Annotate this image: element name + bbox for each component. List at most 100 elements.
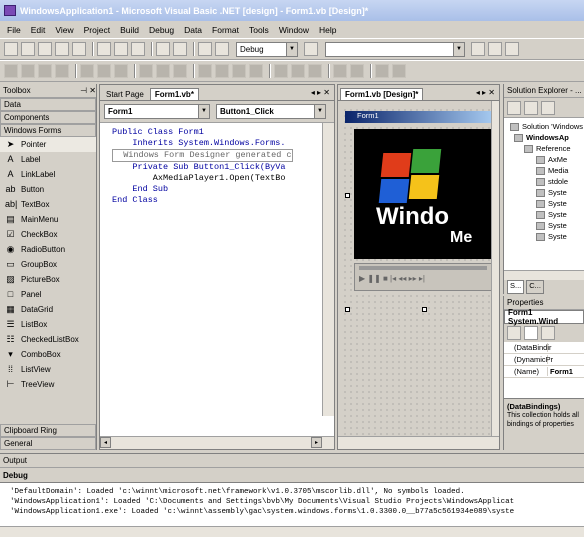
menu-view[interactable]: View (50, 25, 78, 35)
close-icon[interactable]: ◂ ▸ ✕ (476, 88, 495, 97)
toolbox-item-radiobutton[interactable]: ◉ RadioButton (0, 242, 96, 257)
toolbox-item-combobox[interactable]: ▾ ComboBox (0, 347, 96, 362)
view-code-icon[interactable] (507, 100, 521, 115)
bring-front-icon[interactable] (375, 64, 389, 78)
object-browser-icon[interactable] (505, 42, 519, 56)
toolbox-item-button[interactable]: ab Button (0, 182, 96, 197)
property-row[interactable]: (DynamicPr (504, 354, 584, 366)
align-right-icon[interactable] (38, 64, 52, 78)
undo-icon[interactable] (156, 42, 170, 56)
toolbox-tab-components[interactable]: Components (0, 111, 96, 124)
solution-tree-item[interactable]: Media (510, 165, 584, 176)
solution-tree-item[interactable]: Syste (510, 231, 584, 242)
toolbox-item-listbox[interactable]: ☰ ListBox (0, 317, 96, 332)
navigate-icon[interactable] (198, 42, 212, 56)
toolbox-tab-data[interactable]: Data (0, 98, 96, 111)
save-all-icon[interactable] (72, 42, 86, 56)
align-middle-icon[interactable] (80, 64, 94, 78)
editor-vertical-scrollbar[interactable] (322, 123, 334, 416)
toolbox-item-linklabel[interactable]: A LinkLabel (0, 167, 96, 182)
align-grid-icon[interactable] (114, 64, 128, 78)
toolbox-item-datagrid[interactable]: ▦ DataGrid (0, 302, 96, 317)
hspacing-remove-icon[interactable] (249, 64, 263, 78)
pin-icon[interactable]: ⊣ ✕ (80, 86, 96, 95)
solution-tree-item[interactable]: Syste (510, 187, 584, 198)
media-player-control[interactable]: Windo Me (354, 129, 492, 259)
solution-tree-item[interactable]: AxMe (510, 154, 584, 165)
toolbox-item-panel[interactable]: □ Panel (0, 287, 96, 302)
solution-tree-item[interactable]: Syste (510, 220, 584, 231)
add-item-icon[interactable] (21, 42, 35, 56)
toolbox-tab-clipboard-ring[interactable]: Clipboard Ring (0, 424, 96, 437)
alphabetical-icon[interactable] (524, 326, 538, 340)
designer-surface[interactable]: Form1 Windo Me ▶ ❚❚ ■ |◂ ◂◂ ▸▸ ▸| (342, 107, 493, 437)
solution-tree-item[interactable]: stdole (510, 176, 584, 187)
start-icon[interactable] (215, 42, 229, 56)
tab-start-page[interactable]: Start Page (102, 89, 148, 100)
scroll-left-icon[interactable]: ◂ (100, 437, 111, 448)
resize-handle[interactable] (422, 307, 427, 312)
same-height-icon[interactable] (156, 64, 170, 78)
method-name-combo[interactable]: Button1_Click ▼ (216, 104, 326, 119)
toolbox-item-textbox[interactable]: ab| TextBox (0, 197, 96, 212)
toolbox-tab-windows-forms[interactable]: Windows Forms (0, 124, 96, 137)
menu-build[interactable]: Build (115, 25, 144, 35)
align-center-icon[interactable] (21, 64, 35, 78)
close-icon[interactable]: ◂ ▸ ✕ (311, 88, 330, 97)
center-vertical-icon[interactable] (350, 64, 364, 78)
property-row[interactable]: (DataBindir (504, 342, 584, 354)
tab-class-view[interactable]: C... (526, 280, 544, 294)
menu-help[interactable]: Help (314, 25, 341, 35)
menu-window[interactable]: Window (274, 25, 314, 35)
chevron-down-icon[interactable]: ▼ (314, 105, 325, 118)
menu-tools[interactable]: Tools (244, 25, 274, 35)
menu-data[interactable]: Data (179, 25, 207, 35)
same-size-icon[interactable] (173, 64, 187, 78)
hspacing-decrease-icon[interactable] (232, 64, 246, 78)
designer-horizontal-scrollbar[interactable] (338, 436, 499, 449)
toolbox-item-treeview[interactable]: ⊢ TreeView (0, 377, 96, 392)
menu-edit[interactable]: Edit (26, 25, 51, 35)
toolbox-item-checkbox[interactable]: ☑ CheckBox (0, 227, 96, 242)
vspacing-equal-icon[interactable] (274, 64, 288, 78)
vspacing-decrease-icon[interactable] (308, 64, 322, 78)
scroll-right-icon[interactable]: ▸ (311, 437, 322, 448)
solution-horizontal-scrollbar[interactable] (504, 270, 584, 280)
output-pane-selector[interactable]: Debug (0, 468, 584, 483)
toolbox-item-checkedlistbox[interactable]: ☷ CheckedListBox (0, 332, 96, 347)
hspacing-increase-icon[interactable] (215, 64, 229, 78)
property-pages-icon[interactable] (541, 326, 555, 340)
toolbox-item-groupbox[interactable]: ▭ GroupBox (0, 257, 96, 272)
new-project-icon[interactable] (4, 42, 18, 56)
tab-solution-explorer[interactable]: S... (507, 280, 525, 294)
menu-project[interactable]: Project (79, 25, 115, 35)
solution-config-combo[interactable]: Debug ▼ (236, 41, 298, 57)
find-combo[interactable]: ▼ (325, 41, 465, 57)
solution-tree-item[interactable]: WindowsAp (510, 132, 584, 143)
align-bottom-icon[interactable] (97, 64, 111, 78)
chevron-down-icon[interactable]: ▼ (198, 105, 209, 118)
menu-file[interactable]: File (2, 25, 26, 35)
designer-vertical-scrollbar[interactable] (491, 101, 499, 436)
open-icon[interactable] (38, 42, 52, 56)
send-back-icon[interactable] (392, 64, 406, 78)
find-icon[interactable] (304, 42, 318, 56)
solution-explorer-icon[interactable] (471, 42, 485, 56)
code-area[interactable]: Public Class Form1 Inherits System.Windo… (100, 123, 334, 427)
playback-buttons-icon[interactable]: ▶ ❚❚ ■ |◂ ◂◂ ▸▸ ▸| (359, 274, 425, 283)
object-selector[interactable]: Form1 System.Wind (504, 308, 584, 326)
chevron-down-icon[interactable]: ▼ (286, 42, 297, 56)
copy-icon[interactable] (114, 42, 128, 56)
same-width-icon[interactable] (139, 64, 153, 78)
save-icon[interactable] (55, 42, 69, 56)
toolbox-tab-general[interactable]: General (0, 437, 96, 450)
categorized-icon[interactable] (507, 326, 521, 340)
menu-format[interactable]: Format (207, 25, 244, 35)
property-row[interactable]: (Name) Form1 (504, 366, 584, 378)
chevron-down-icon[interactable]: ▼ (453, 42, 464, 56)
center-horizontal-icon[interactable] (333, 64, 347, 78)
output-horizontal-scrollbar[interactable] (0, 526, 584, 537)
seek-bar[interactable] (359, 266, 487, 270)
class-name-combo[interactable]: Form1 ▼ (104, 104, 210, 119)
editor-horizontal-scrollbar[interactable]: ◂ ▸ (100, 436, 334, 449)
